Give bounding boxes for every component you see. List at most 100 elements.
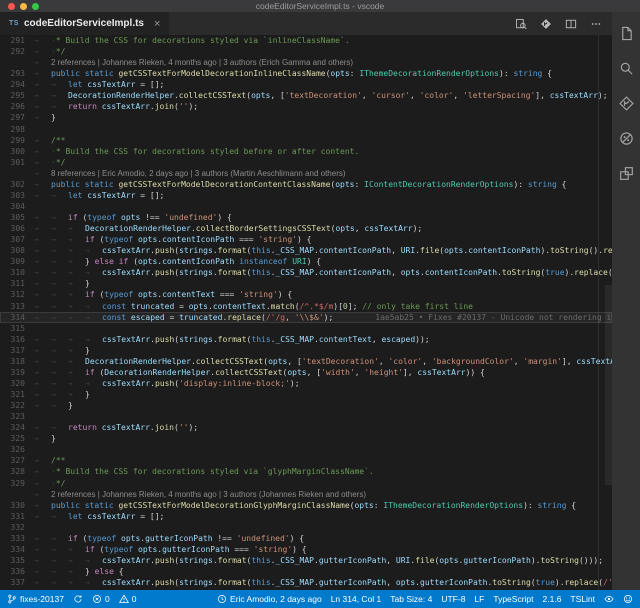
- line-number[interactable]: 329: [0, 478, 34, 489]
- code-line[interactable]: 310→→→→cssTextArr.push(strings.format(th…: [0, 267, 612, 278]
- line-number[interactable]: 304: [0, 201, 34, 212]
- code-line[interactable]: 320→→→→cssTextArr.push('display:inline-b…: [0, 378, 612, 389]
- codelens-references[interactable]: 2 references | Johannes Rieken, 4 months…: [51, 58, 353, 67]
- more-actions-icon[interactable]: [590, 18, 602, 30]
- code-line[interactable]: 300→·* Build the CSS for decorations sty…: [0, 146, 612, 157]
- line-number[interactable]: 312: [0, 289, 34, 300]
- line-number[interactable]: 337: [0, 577, 34, 588]
- line-number[interactable]: 311: [0, 278, 34, 289]
- line-number[interactable]: 300: [0, 146, 34, 157]
- line-number[interactable]: 303: [0, 190, 34, 201]
- code-line[interactable]: 294→→let cssTextArr = [];: [0, 79, 612, 90]
- status-cursor-position[interactable]: Ln 314, Col 1: [331, 594, 382, 604]
- line-number[interactable]: 308: [0, 245, 34, 256]
- line-number[interactable]: 326: [0, 444, 34, 455]
- line-number[interactable]: 305: [0, 212, 34, 223]
- codelens-line[interactable]: →2 references | Johannes Rieken, 4 month…: [0, 57, 612, 68]
- line-number[interactable]: 306: [0, 223, 34, 234]
- line-number[interactable]: [0, 57, 34, 68]
- line-number[interactable]: 295: [0, 90, 34, 101]
- code-line[interactable]: 314→→→→const escaped = truncated.replace…: [0, 312, 612, 323]
- line-number[interactable]: 320: [0, 378, 34, 389]
- line-number[interactable]: 333: [0, 533, 34, 544]
- code-line[interactable]: 313→→→→const truncated = opts.contentTex…: [0, 301, 612, 312]
- line-number[interactable]: [0, 489, 34, 500]
- minimize-window-button[interactable]: [20, 3, 27, 10]
- code-line[interactable]: 332: [0, 522, 612, 533]
- code-line[interactable]: 323: [0, 411, 612, 422]
- line-number[interactable]: 334: [0, 544, 34, 555]
- code-line[interactable]: 301→·*/: [0, 157, 612, 168]
- code-line[interactable]: 303→→let cssTextArr = [];: [0, 190, 612, 201]
- line-number[interactable]: 336: [0, 566, 34, 577]
- line-number[interactable]: [0, 168, 34, 179]
- line-number[interactable]: 309: [0, 256, 34, 267]
- code-line[interactable]: 312→→→if (typeof opts.contentText === 's…: [0, 289, 612, 300]
- line-number[interactable]: 302: [0, 179, 34, 190]
- line-number[interactable]: 331: [0, 511, 34, 522]
- line-number[interactable]: 327: [0, 455, 34, 466]
- code-line[interactable]: 305→→if (typeof opts !== 'undefined') {: [0, 212, 612, 223]
- code-line[interactable]: 331→→let cssTextArr = [];: [0, 511, 612, 522]
- status-error-count[interactable]: 0: [92, 594, 110, 604]
- code-line[interactable]: 317→→→}: [0, 345, 612, 356]
- line-number[interactable]: 292: [0, 46, 34, 57]
- code-line[interactable]: 297→}: [0, 112, 612, 123]
- code-line[interactable]: 293→public static getCSSTextForModelDeco…: [0, 68, 612, 79]
- code-line[interactable]: 299→/**: [0, 135, 612, 146]
- open-preview-icon[interactable]: [515, 18, 527, 30]
- code-line[interactable]: 309→→→} else if (opts.contentIconPath in…: [0, 256, 612, 267]
- line-number[interactable]: 293: [0, 68, 34, 79]
- line-number[interactable]: 298: [0, 124, 34, 135]
- status-language-mode[interactable]: TypeScript: [493, 594, 533, 604]
- line-number[interactable]: 296: [0, 101, 34, 112]
- line-number[interactable]: 299: [0, 135, 34, 146]
- split-editor-icon[interactable]: [565, 18, 577, 30]
- line-number[interactable]: 332: [0, 522, 34, 533]
- line-number[interactable]: 324: [0, 422, 34, 433]
- code-editor[interactable]: 291→·* Build the CSS for decorations sty…: [0, 35, 612, 590]
- code-line[interactable]: 306→→→DecorationRenderHelper.collectBord…: [0, 223, 612, 234]
- code-line[interactable]: 329→·*/: [0, 478, 612, 489]
- line-number[interactable]: 313: [0, 301, 34, 312]
- line-number[interactable]: 321: [0, 389, 34, 400]
- code-line[interactable]: 295→→DecorationRenderHelper.collectCSSTe…: [0, 90, 612, 101]
- code-line[interactable]: 307→→→if (typeof opts.contentIconPath ==…: [0, 234, 612, 245]
- codelens-references[interactable]: 2 references | Johannes Rieken, 4 months…: [51, 490, 366, 499]
- status-tslint[interactable]: TSLint: [570, 594, 595, 604]
- activity-bar-extensions-icon[interactable]: [612, 156, 640, 191]
- code-line[interactable]: 334→→→if (typeof opts.gutterIconPath ===…: [0, 544, 612, 555]
- code-line[interactable]: 311→→→}: [0, 278, 612, 289]
- code-line[interactable]: 322→→}: [0, 400, 612, 411]
- close-window-button[interactable]: [8, 3, 15, 10]
- code-line[interactable]: 327→/**: [0, 455, 612, 466]
- code-line[interactable]: 308→→→→cssTextArr.push(strings.format(th…: [0, 245, 612, 256]
- code-line[interactable]: 321→→→}: [0, 389, 612, 400]
- code-line[interactable]: 292→·*/: [0, 46, 612, 57]
- tab-codeeditorserviceimpl[interactable]: TS codeEditorServiceImpl.ts ×: [0, 12, 169, 35]
- zoom-window-button[interactable]: [32, 3, 39, 10]
- code-line[interactable]: 330→public static getCSSTextForModelDeco…: [0, 500, 612, 511]
- close-tab-icon[interactable]: ×: [154, 18, 160, 30]
- code-line[interactable]: 319→→→if (DecorationRenderHelper.collect…: [0, 367, 612, 378]
- line-number[interactable]: 297: [0, 112, 34, 123]
- code-line[interactable]: 318→→→DecorationRenderHelper.collectCSST…: [0, 356, 612, 367]
- line-number[interactable]: 335: [0, 555, 34, 566]
- gitlens-icon[interactable]: [540, 18, 552, 30]
- code-line[interactable]: 315: [0, 323, 612, 334]
- activity-bar-search-icon[interactable]: [612, 51, 640, 86]
- code-line[interactable]: 337→→→→cssTextArr.push(strings.format(th…: [0, 577, 612, 588]
- code-line[interactable]: 302→public static getCSSTextForModelDeco…: [0, 179, 612, 190]
- activity-bar-debug-icon[interactable]: [612, 121, 640, 156]
- status-indentation[interactable]: Tab Size: 4: [390, 594, 432, 604]
- code-line[interactable]: 304: [0, 201, 612, 212]
- line-number[interactable]: 323: [0, 411, 34, 422]
- line-number[interactable]: 291: [0, 35, 34, 46]
- code-line[interactable]: 328→·* Build the CSS for decorations sty…: [0, 466, 612, 477]
- status-eol[interactable]: LF: [474, 594, 484, 604]
- code-line[interactable]: 298: [0, 124, 612, 135]
- line-number[interactable]: 319: [0, 367, 34, 378]
- codelens-references[interactable]: 8 references | Eric Amodio, 2 days ago |…: [51, 169, 346, 178]
- status-gitlens-blame[interactable]: Eric Amodio, 2 days ago: [217, 594, 322, 604]
- line-number[interactable]: 307: [0, 234, 34, 245]
